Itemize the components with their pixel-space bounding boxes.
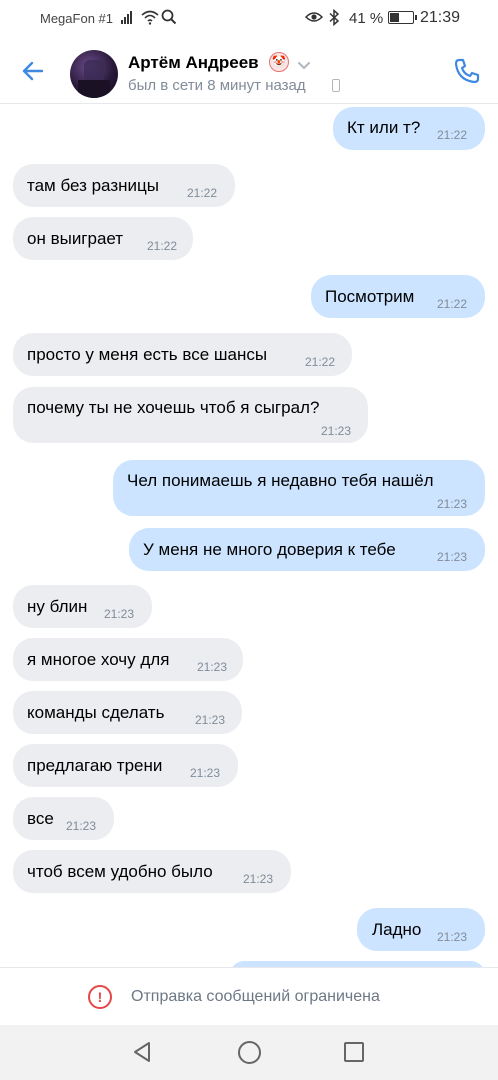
chat-header: Артём Андреев 🤡 был в сети 8 минут назад	[0, 38, 498, 104]
message-text: Кт или т?	[347, 118, 421, 137]
message-time: 21:23	[66, 819, 97, 833]
message-text: Чел понимаешь я недавно тебя нашёл	[127, 471, 434, 490]
message-text: команды сделать	[27, 703, 165, 722]
message-incoming[interactable]: команды сделать 21:23	[13, 691, 242, 734]
message-time: 21:22	[437, 297, 468, 311]
back-button[interactable]	[18, 56, 48, 86]
message-text: все	[27, 809, 54, 828]
message-outgoing[interactable]: Ладно 21:23	[357, 908, 485, 951]
system-navigation-bar	[0, 1025, 498, 1080]
message-time: 21:23	[243, 872, 274, 886]
message-text: просто у меня есть все шансы	[27, 345, 268, 364]
message-time: 21:23	[437, 930, 468, 944]
message-incoming[interactable]: предлагаю трени 21:23	[13, 744, 238, 787]
message-outgoing[interactable]: Чел понимаешь я недавно тебя нашёл 21:23	[113, 460, 485, 516]
battery-percent: 41 %	[349, 10, 384, 27]
message-incoming[interactable]: почему ты не хочешь чтоб я сыграл? 21:23	[13, 387, 368, 443]
message-time: 21:23	[437, 497, 468, 511]
phone-call-icon	[454, 58, 480, 84]
message-outgoing[interactable]: Посмотрим 21:22	[311, 275, 485, 318]
message-outgoing[interactable]: У меня не много доверия к тебе 21:23	[129, 528, 485, 571]
message-incoming[interactable]: там без разницы 21:22	[13, 164, 235, 207]
message-text: почему ты не хочешь чтоб я сыграл?	[27, 398, 320, 417]
message-incoming[interactable]: он выиграет 21:22	[13, 217, 193, 260]
message-incoming[interactable]: все 21:23	[13, 797, 114, 840]
message-text: предлагаю трени	[27, 756, 163, 775]
eye-comfort-icon	[304, 10, 324, 27]
clown-emoji-icon: 🤡	[269, 52, 289, 72]
avatar[interactable]	[70, 50, 118, 98]
message-time: 21:22	[147, 239, 178, 253]
arrow-left-icon	[22, 61, 44, 81]
status-bar: MegaFon #1 41 % 21:39	[0, 0, 498, 38]
carrier-label: MegaFon #1	[40, 11, 113, 26]
message-time: 21:23	[321, 424, 352, 438]
exclamation-circle-icon: !	[88, 985, 112, 1009]
message-time: 21:23	[197, 660, 228, 674]
messaging-restricted-bar: ! Отправка сообщений ограничена	[0, 967, 498, 1025]
message-time: 21:22	[305, 355, 336, 369]
message-incoming[interactable]: чтоб всем удобно было 21:23	[13, 850, 291, 893]
search-icon	[161, 9, 177, 28]
restriction-text: Отправка сообщений ограничена	[131, 988, 380, 1005]
message-text: он выиграет	[27, 229, 124, 248]
message-text: там без разницы	[27, 176, 159, 195]
signal-icon	[121, 11, 132, 24]
message-incoming[interactable]: просто у меня есть все шансы 21:22	[13, 333, 352, 376]
contact-status: был в сети 8 минут назад	[128, 77, 306, 94]
triangle-back-icon	[134, 1042, 150, 1062]
nav-back-button[interactable]	[130, 1040, 154, 1069]
mobile-device-icon	[332, 79, 340, 92]
message-text: я многое хочу для	[27, 650, 170, 669]
message-time: 21:22	[437, 128, 468, 142]
message-text: ну блин	[27, 597, 88, 616]
clock: 21:39	[420, 9, 461, 26]
message-time: 21:22	[187, 186, 218, 200]
message-text: Посмотрим	[325, 287, 415, 306]
contact-name[interactable]: Артём Андреев	[128, 53, 259, 73]
message-text: Ладно	[372, 920, 422, 939]
nav-home-button[interactable]	[238, 1041, 261, 1064]
message-time: 21:23	[195, 713, 226, 727]
chevron-down-icon[interactable]	[297, 58, 311, 76]
message-time: 21:23	[104, 607, 135, 621]
nav-recents-button[interactable]	[344, 1042, 364, 1062]
message-time: 21:23	[190, 766, 221, 780]
message-incoming[interactable]: ну блин 21:23	[13, 585, 152, 628]
battery-icon	[388, 11, 417, 24]
message-outgoing[interactable]: Кт или т? 21:22	[333, 107, 485, 150]
call-button[interactable]	[452, 56, 482, 86]
message-incoming[interactable]: я многое хочу для 21:23	[13, 638, 243, 681]
bluetooth-icon	[328, 8, 340, 29]
message-text: У меня не много доверия к тебе	[143, 540, 396, 559]
wifi-icon	[141, 9, 159, 28]
message-text: чтоб всем удобно было	[27, 862, 213, 881]
message-time: 21:23	[437, 550, 468, 564]
